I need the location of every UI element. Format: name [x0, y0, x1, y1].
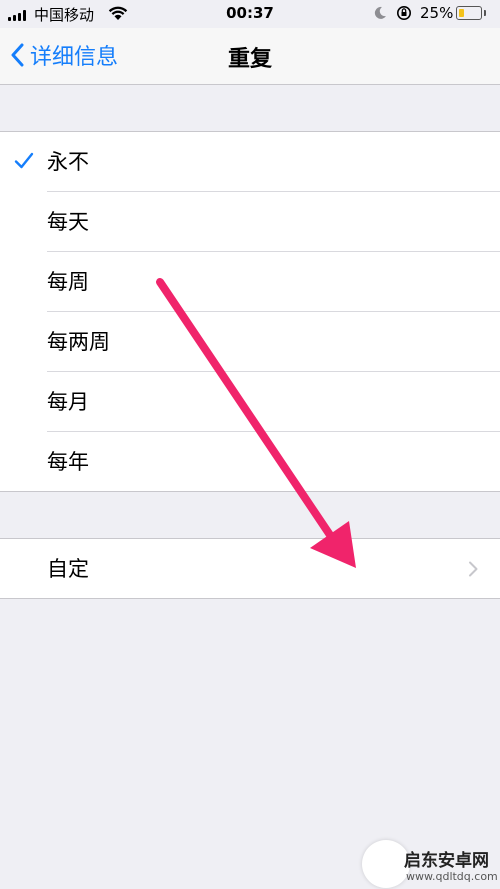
repeat-option-yearly[interactable]: 每年 — [0, 432, 500, 492]
watermark-url: www.qdltdq.com — [406, 870, 498, 883]
repeat-option-biweekly[interactable]: 每两周 — [0, 312, 500, 372]
repeat-options-list: 永不 每天 每周 每两周 每月 每年 — [0, 131, 500, 492]
option-label: 每年 — [47, 450, 89, 474]
watermark-logo-icon — [362, 840, 410, 888]
option-label: 永不 — [47, 150, 89, 174]
option-label: 每周 — [47, 270, 89, 294]
orientation-lock-icon — [397, 6, 411, 20]
custom-repeat-group: 自定 — [0, 538, 500, 599]
status-bar: 中国移动 00:37 25% — [0, 0, 500, 28]
moon-icon — [374, 6, 386, 19]
checkmark-icon — [14, 152, 34, 169]
chevron-right-icon — [469, 561, 478, 577]
repeat-option-weekly[interactable]: 每周 — [0, 252, 500, 312]
option-label: 每月 — [47, 390, 89, 414]
option-label: 每两周 — [47, 330, 110, 354]
page-title: 重复 — [227, 47, 272, 72]
option-label: 自定 — [47, 557, 89, 581]
battery-icon — [456, 6, 482, 20]
battery-percent: 25% — [420, 4, 454, 22]
watermark-text: 启东安卓网 — [404, 851, 489, 871]
watermark: 启东安卓网 www.qdltdq.com — [362, 840, 500, 889]
repeat-option-custom[interactable]: 自定 — [0, 539, 500, 599]
option-label: 每天 — [47, 210, 89, 234]
repeat-option-monthly[interactable]: 每月 — [0, 372, 500, 432]
navigation-bar: 详细信息 重复 — [0, 28, 500, 85]
repeat-option-daily[interactable]: 每天 — [0, 192, 500, 252]
battery-tip — [484, 10, 486, 16]
repeat-option-never[interactable]: 永不 — [0, 132, 500, 192]
